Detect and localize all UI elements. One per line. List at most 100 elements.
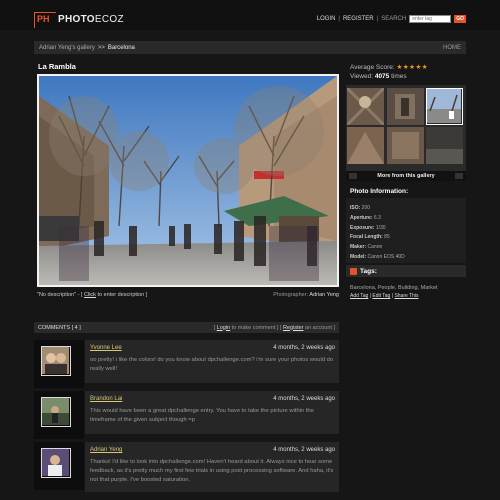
info-label: Maker: [350, 244, 367, 251]
score-label: Average Score: [350, 64, 395, 71]
comment-login-link[interactable]: Login [217, 325, 230, 331]
comment-text: Thanks! I'd like to look into dpchalleng… [90, 459, 334, 483]
comment-timestamp: 4 months, 2 weeks ago [273, 447, 335, 453]
next-arrow-icon[interactable] [455, 173, 463, 179]
breadcrumb-current: Barcelona [107, 44, 135, 51]
prompt-text: to make comment ] [ [230, 324, 284, 331]
comment-author-link[interactable]: Adrian Yeng [90, 447, 122, 453]
comment-timestamp: 4 months, 2 weeks ago [273, 345, 335, 351]
gallery-thumbnail-selected[interactable] [426, 88, 463, 125]
breadcrumb-separator: >> [97, 44, 105, 51]
share-this-link[interactable]: Share This [394, 293, 418, 299]
viewed-number: 4075 [374, 73, 390, 80]
info-value: 85 [384, 234, 390, 241]
info-row-focal-length: Focal Length: 85 [350, 233, 462, 243]
nav-separator: | [338, 16, 340, 22]
logo-wordmark: PHOTOECOZ [58, 14, 124, 25]
caption-bracket-open: - [ [76, 292, 85, 298]
photographer-name[interactable]: Adrian Yeng [309, 292, 339, 298]
avatar[interactable] [41, 346, 71, 376]
comment-body: Adrian Yeng 4 months, 2 weeks ago Thanks… [85, 442, 339, 492]
info-value: 200 [361, 205, 371, 211]
breadcrumb: Adrian Yeng's gallery >> Barcelona HOME [34, 41, 466, 54]
login-link[interactable]: LOGIN [317, 16, 336, 22]
comment-body: Yvonne Lee 4 months, 2 weeks ago oo pret… [85, 340, 339, 383]
gallery-thumbnail[interactable] [347, 127, 384, 164]
info-label: Aperture: [350, 214, 373, 221]
more-from-gallery-label[interactable]: More from this gallery [377, 173, 434, 179]
avatar[interactable] [41, 397, 71, 427]
home-link[interactable]: HOME [443, 45, 461, 51]
comment-body: Brandon Lai 4 months, 2 weeks ago This w… [85, 391, 339, 434]
info-label: ISO: [350, 205, 361, 211]
search-input[interactable] [409, 15, 452, 23]
edit-tag-link[interactable]: Edit Tag [372, 293, 390, 299]
avatar-frame [34, 340, 84, 388]
add-tag-link[interactable]: Add Tag [350, 293, 368, 299]
info-value: 6.3 [373, 214, 381, 221]
rss-icon[interactable] [350, 267, 357, 275]
avatar-frame [34, 391, 84, 439]
view-count: Viewed: 4075 times [350, 73, 407, 80]
caption-description: "No description" [37, 292, 77, 298]
more-from-gallery-bar[interactable]: More from this gallery [346, 171, 466, 181]
gallery-thumbnail[interactable] [387, 127, 424, 164]
comment-timestamp: 4 months, 2 weeks ago [273, 396, 335, 402]
info-label: Model: [350, 253, 367, 260]
photographer-credit: Photographer: Adrian Yeng [273, 292, 339, 298]
search-label: SEARCH [381, 16, 407, 22]
tag-action-separator: | [391, 293, 394, 299]
info-row-exposure: Exposure: 1/30 [350, 224, 462, 234]
logo-ph-text: PH [37, 14, 50, 24]
comments-count: COMMENTS [ 4 ] [38, 324, 81, 331]
comment-text: This would have been a great dpchallenge… [90, 408, 314, 423]
tag-action-separator: | [369, 293, 371, 299]
info-label: Focal Length: [350, 234, 383, 241]
info-row-model: Model: Canon EOS 40D [350, 253, 462, 263]
star-rating-icon: ★★★★★ [396, 64, 429, 71]
info-value: Canon [367, 244, 383, 251]
comment-register-link[interactable]: Register [283, 325, 303, 331]
viewed-label: Viewed: [350, 73, 374, 80]
site-header: PH PHOTOECOZ LOGIN | REGISTER | SEARCH G… [0, 0, 500, 30]
info-row-maker: Maker: Canon [350, 243, 462, 253]
tag-actions: Add Tag | Edit Tag | Share This [350, 293, 419, 299]
logo-photo-text: PHOTO [58, 14, 95, 25]
avatar-frame [34, 442, 84, 490]
comment-author-link[interactable]: Brandon Lai [90, 396, 122, 402]
breadcrumb-gallery-link[interactable]: Adrian Yeng's gallery [39, 45, 95, 51]
photo-info-heading: Photo Information: [350, 188, 409, 195]
top-nav: LOGIN | REGISTER | SEARCH GO [317, 15, 466, 23]
enter-description-link[interactable]: Click [84, 292, 96, 298]
info-row-iso: ISO: 200 [350, 204, 462, 214]
photo-title: La Rambla [38, 62, 76, 71]
tag-list: Barcelona, People, Building, Market [350, 285, 438, 291]
comment-auth-prompt: [ Login to make comment ] [ Register an … [214, 325, 335, 331]
logo-mark: PH [34, 12, 56, 28]
register-link[interactable]: REGISTER [343, 16, 374, 22]
gallery-thumbnail[interactable] [347, 88, 384, 125]
prev-arrow-icon[interactable] [349, 173, 357, 179]
viewed-suffix: times [391, 73, 407, 80]
photo-info-panel: ISO: 200 Aperture: 6.3 Exposure: 1/30 Fo… [346, 198, 466, 263]
tags-heading-label: Tags: [360, 267, 377, 275]
info-label: Exposure: [350, 224, 375, 231]
comment-author-link[interactable]: Yvonne Lee [90, 345, 122, 351]
photo-caption: "No description" - [ Click to enter desc… [37, 292, 147, 298]
avatar[interactable] [41, 448, 71, 478]
info-value: 1/30 [375, 224, 386, 231]
street-photo-image [39, 76, 337, 285]
site-logo[interactable]: PH PHOTOECOZ [34, 4, 124, 28]
nav-separator: | [376, 16, 379, 22]
main-photo[interactable] [37, 74, 339, 287]
logo-ecoz-text: ECOZ [94, 14, 124, 25]
gallery-thumbnail[interactable] [426, 127, 463, 164]
gallery-thumbnail[interactable] [387, 88, 424, 125]
gallery-thumbnails [346, 85, 466, 181]
search-go-button[interactable]: GO [454, 15, 466, 23]
average-score: Average Score: ★★★★★ [350, 63, 428, 71]
comments-header: COMMENTS [ 4 ] [ Login to make comment ]… [34, 322, 339, 333]
info-value: Canon EOS 40D [367, 253, 405, 260]
info-row-aperture: Aperture: 6.3 [350, 214, 462, 224]
tags-heading: Tags: [346, 265, 466, 277]
